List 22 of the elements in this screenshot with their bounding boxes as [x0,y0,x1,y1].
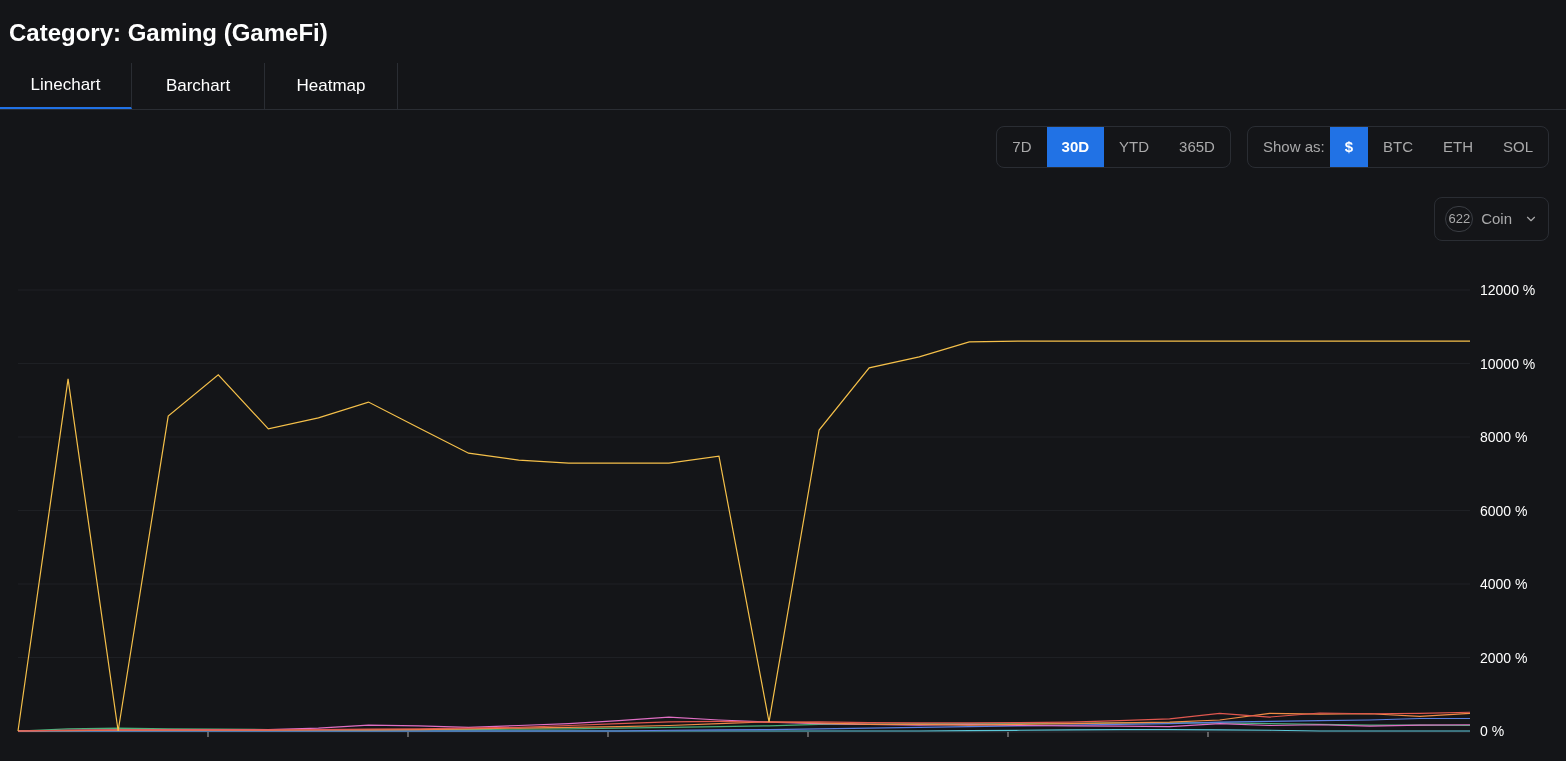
chart-tab[interactable]: Linechart [0,63,132,109]
coin-label: Coin [1481,208,1512,229]
period-option[interactable]: 30D [1046,127,1105,167]
period-option[interactable]: 365D [1164,127,1230,167]
currency-option[interactable]: BTC [1368,127,1428,167]
y-axis-label: 12000 % [1480,282,1536,298]
y-axis-label: 2000 % [1480,649,1528,666]
show-as-label: Show as: [1261,136,1326,157]
y-axis-label: 10000 % [1480,355,1536,372]
coin-dropdown[interactable]: 622 Coin [1434,197,1549,241]
currency-option[interactable]: SOL [1488,127,1548,167]
page-title: Category: Gaming (GameFi) [8,18,329,48]
chart-tab[interactable]: Heatmap [265,63,398,109]
y-axis-label: 0 % [1480,723,1505,739]
y-axis-label: 6000 % [1480,502,1528,519]
y-axis-label: 4000 % [1480,576,1528,592]
currency-option[interactable]: ETH [1428,127,1488,167]
period-option[interactable]: YTD [1104,127,1165,167]
currency-option[interactable]: $ [1329,127,1368,167]
period-option[interactable]: 7D [997,127,1047,167]
chart-tab[interactable]: Barchart [132,63,265,109]
y-axis-label: 8000 % [1480,429,1528,445]
